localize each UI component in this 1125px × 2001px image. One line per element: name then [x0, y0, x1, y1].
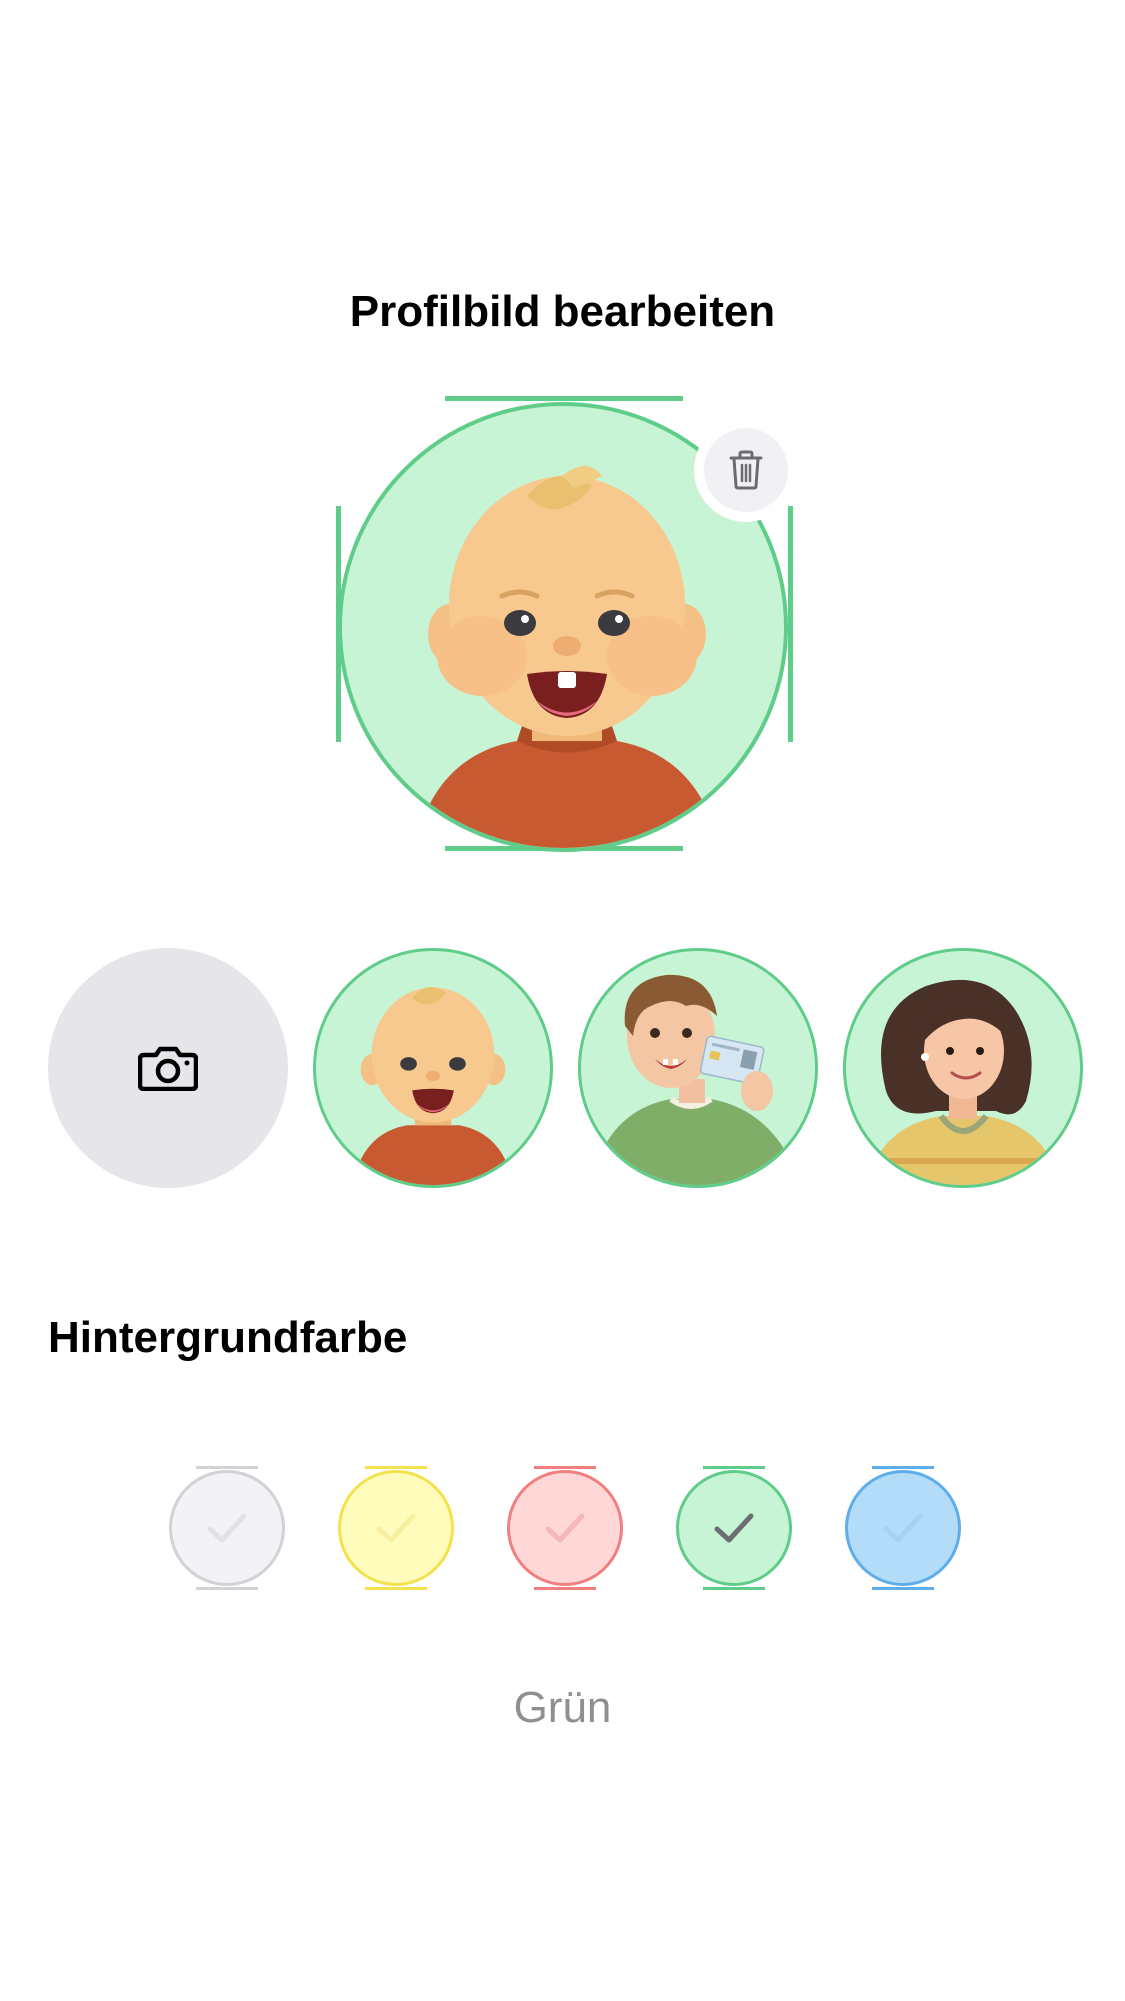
swatch-gray[interactable]	[169, 1470, 285, 1586]
checkmark-icon	[883, 1513, 923, 1543]
baby-avatar-thumbnail	[352, 987, 514, 1185]
delete-avatar-button[interactable]	[694, 418, 798, 522]
camera-icon	[138, 1046, 198, 1091]
swatch-mark	[534, 1466, 596, 1469]
page-title: Profilbild bearbeiten	[349, 287, 776, 336]
background-color-heading: Hintergrundfarbe	[48, 1313, 408, 1362]
trash-icon	[729, 450, 763, 490]
swatch-mark	[703, 1466, 765, 1469]
swatch-red[interactable]	[507, 1470, 623, 1586]
checkmark-icon	[714, 1513, 754, 1543]
avatar-option-woman[interactable]	[843, 948, 1083, 1188]
crop-mark-right	[788, 506, 793, 742]
selected-color-label: Grün	[513, 1683, 612, 1732]
checkmark-icon	[545, 1513, 585, 1543]
swatch-mark	[365, 1587, 427, 1590]
avatar-option-baby[interactable]	[313, 948, 553, 1188]
swatch-mark	[872, 1587, 934, 1590]
swatch-mark	[365, 1466, 427, 1469]
avatar-option-boy[interactable]	[578, 948, 818, 1188]
swatch-mark	[534, 1587, 596, 1590]
crop-mark-top	[445, 396, 683, 401]
swatch-blue[interactable]	[845, 1470, 961, 1586]
delete-button-background	[704, 428, 788, 512]
swatch-mark	[196, 1466, 258, 1469]
swatch-yellow[interactable]	[338, 1470, 454, 1586]
checkmark-icon	[207, 1513, 247, 1543]
checkmark-icon	[376, 1513, 416, 1543]
boy-avatar-thumbnail	[591, 974, 801, 1185]
swatch-mark	[196, 1587, 258, 1590]
swatch-mark	[703, 1587, 765, 1590]
swatch-green[interactable]	[676, 1470, 792, 1586]
swatch-mark	[872, 1466, 934, 1469]
woman-avatar-thumbnail	[866, 979, 1061, 1185]
camera-option-button[interactable]	[48, 948, 288, 1188]
